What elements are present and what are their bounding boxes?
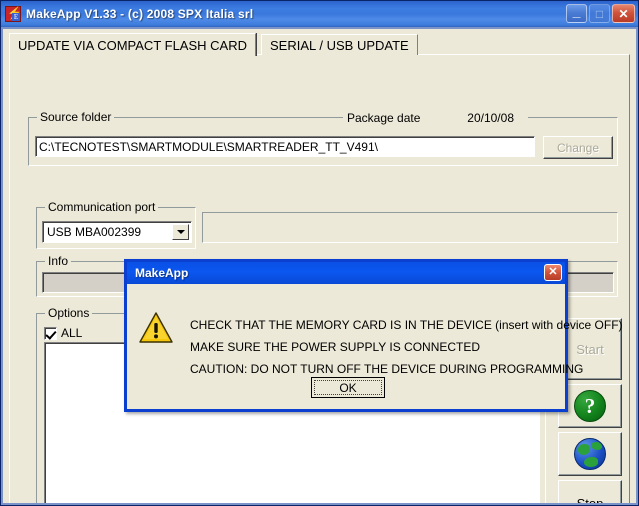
tab-label: UPDATE VIA COMPACT FLASH CARD	[18, 37, 247, 53]
window-titlebar[interactable]: E MakeApp V1.33 - (c) 2008 SPX Italia sr…	[1, 1, 638, 27]
warning-triangle-icon	[139, 312, 173, 343]
maximize-icon: □	[595, 7, 604, 21]
dialog-close-icon[interactable]	[544, 264, 562, 281]
communication-port-side-panel	[202, 212, 618, 243]
window-controls: _ □ ✕	[566, 4, 635, 23]
all-checkbox[interactable]: ALL	[44, 326, 82, 340]
message-dialog: MakeApp CHECK THAT THE MEMORY CARD IS IN…	[124, 259, 623, 412]
info-label: Info	[45, 254, 72, 268]
tab-serial-usb-update[interactable]: SERIAL / USB UPDATE	[261, 34, 418, 55]
tab-strip: UPDATE VIA COMPACT FLASH CARD SERIAL / U…	[9, 33, 629, 56]
dialog-title: MakeApp	[135, 266, 189, 280]
communication-port-combobox[interactable]: USB MBA002399	[42, 221, 192, 243]
globe-icon	[574, 438, 606, 470]
source-folder-group: Source folder C:\TECNOTEST\SMARTMODULE\S…	[28, 110, 618, 166]
all-checkbox-label: ALL	[61, 326, 83, 340]
package-date-label: Package date	[347, 111, 421, 125]
dialog-message-line: MAKE SURE THE POWER SUPPLY IS CONNECTED	[190, 340, 481, 354]
dialog-message-line: CHECK THAT THE MEMORY CARD IS IN THE DEV…	[190, 318, 623, 332]
stop-button-label: Stop	[576, 495, 604, 504]
window-title: MakeApp V1.33 - (c) 2008 SPX Italia srl	[26, 7, 254, 21]
help-question-icon	[574, 390, 606, 422]
chevron-down-icon[interactable]	[172, 224, 189, 240]
source-folder-path-field[interactable]: C:\TECNOTEST\SMARTMODULE\SMARTREADER_TT_…	[35, 136, 535, 157]
dialog-ok-button[interactable]: OK	[311, 377, 385, 398]
maximize-button[interactable]: □	[589, 4, 610, 23]
app-icon-letter: E	[12, 13, 20, 21]
minimize-icon: _	[572, 3, 581, 19]
client-area: UPDATE VIA COMPACT FLASH CARD SERIAL / U…	[3, 29, 636, 503]
close-button[interactable]: ✕	[612, 4, 635, 23]
application-window: E MakeApp V1.33 - (c) 2008 SPX Italia sr…	[0, 0, 639, 506]
app-lightning-icon: E	[5, 6, 22, 22]
package-date-value: 20/10/08	[467, 111, 514, 125]
dialog-message-list: CHECK THAT THE MEMORY CARD IS IN THE DEV…	[190, 314, 623, 380]
options-label: Options	[45, 306, 93, 320]
change-button[interactable]: Change	[543, 136, 613, 159]
minimize-button[interactable]: _	[566, 4, 587, 23]
communication-port-value: USB MBA002399	[47, 225, 142, 239]
source-folder-label: Source folder	[37, 110, 115, 124]
stop-button[interactable]: Stop	[558, 480, 622, 503]
start-button-label: Start	[576, 341, 604, 357]
communication-port-group: Communication port USB MBA002399	[36, 200, 196, 249]
dialog-body: CHECK THAT THE MEMORY CARD IS IN THE DEV…	[127, 284, 623, 409]
tab-label: SERIAL / USB UPDATE	[270, 37, 409, 53]
focus-rectangle	[314, 380, 382, 395]
package-date: Package date 20/10/08	[343, 109, 528, 127]
dialog-titlebar[interactable]: MakeApp	[127, 262, 565, 284]
close-icon: ✕	[618, 7, 629, 21]
web-button[interactable]	[558, 432, 622, 476]
tab-update-via-compact-flash-card[interactable]: UPDATE VIA COMPACT FLASH CARD	[9, 33, 256, 56]
communication-port-label: Communication port	[45, 200, 159, 214]
checkbox-checked-icon	[44, 326, 57, 340]
